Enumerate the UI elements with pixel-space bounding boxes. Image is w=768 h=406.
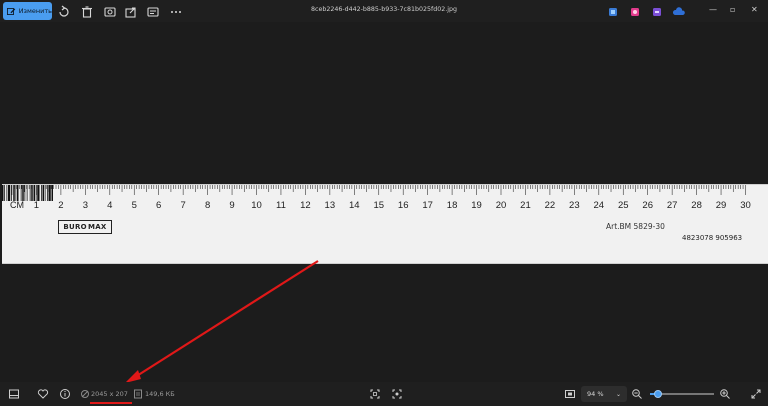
dimension-highlight-underline (90, 402, 132, 404)
zoom-in-icon[interactable] (719, 388, 731, 400)
fullscreen-icon[interactable] (750, 388, 762, 400)
file-size: 149,6 КБ (145, 390, 175, 398)
info-icon[interactable] (59, 388, 71, 400)
chevron-down-icon: ⌄ (615, 390, 621, 398)
zoom-value: 94 % (587, 390, 604, 398)
crop-icon[interactable] (369, 388, 381, 400)
zoom-dropdown[interactable]: 94 % ⌄ (581, 386, 627, 402)
zoom-out-icon[interactable] (631, 388, 643, 400)
file-size-icon (132, 388, 144, 400)
zoom-slider-thumb[interactable] (653, 390, 662, 398)
annotation-arrow (125, 260, 319, 383)
image-dimensions: 2045 x 207 (91, 390, 128, 398)
heart-icon[interactable] (37, 388, 49, 400)
scan-icon[interactable] (391, 388, 403, 400)
resolution-icon (79, 388, 91, 400)
filmstrip-icon[interactable] (8, 388, 20, 400)
fit-screen-icon[interactable] (564, 388, 576, 400)
